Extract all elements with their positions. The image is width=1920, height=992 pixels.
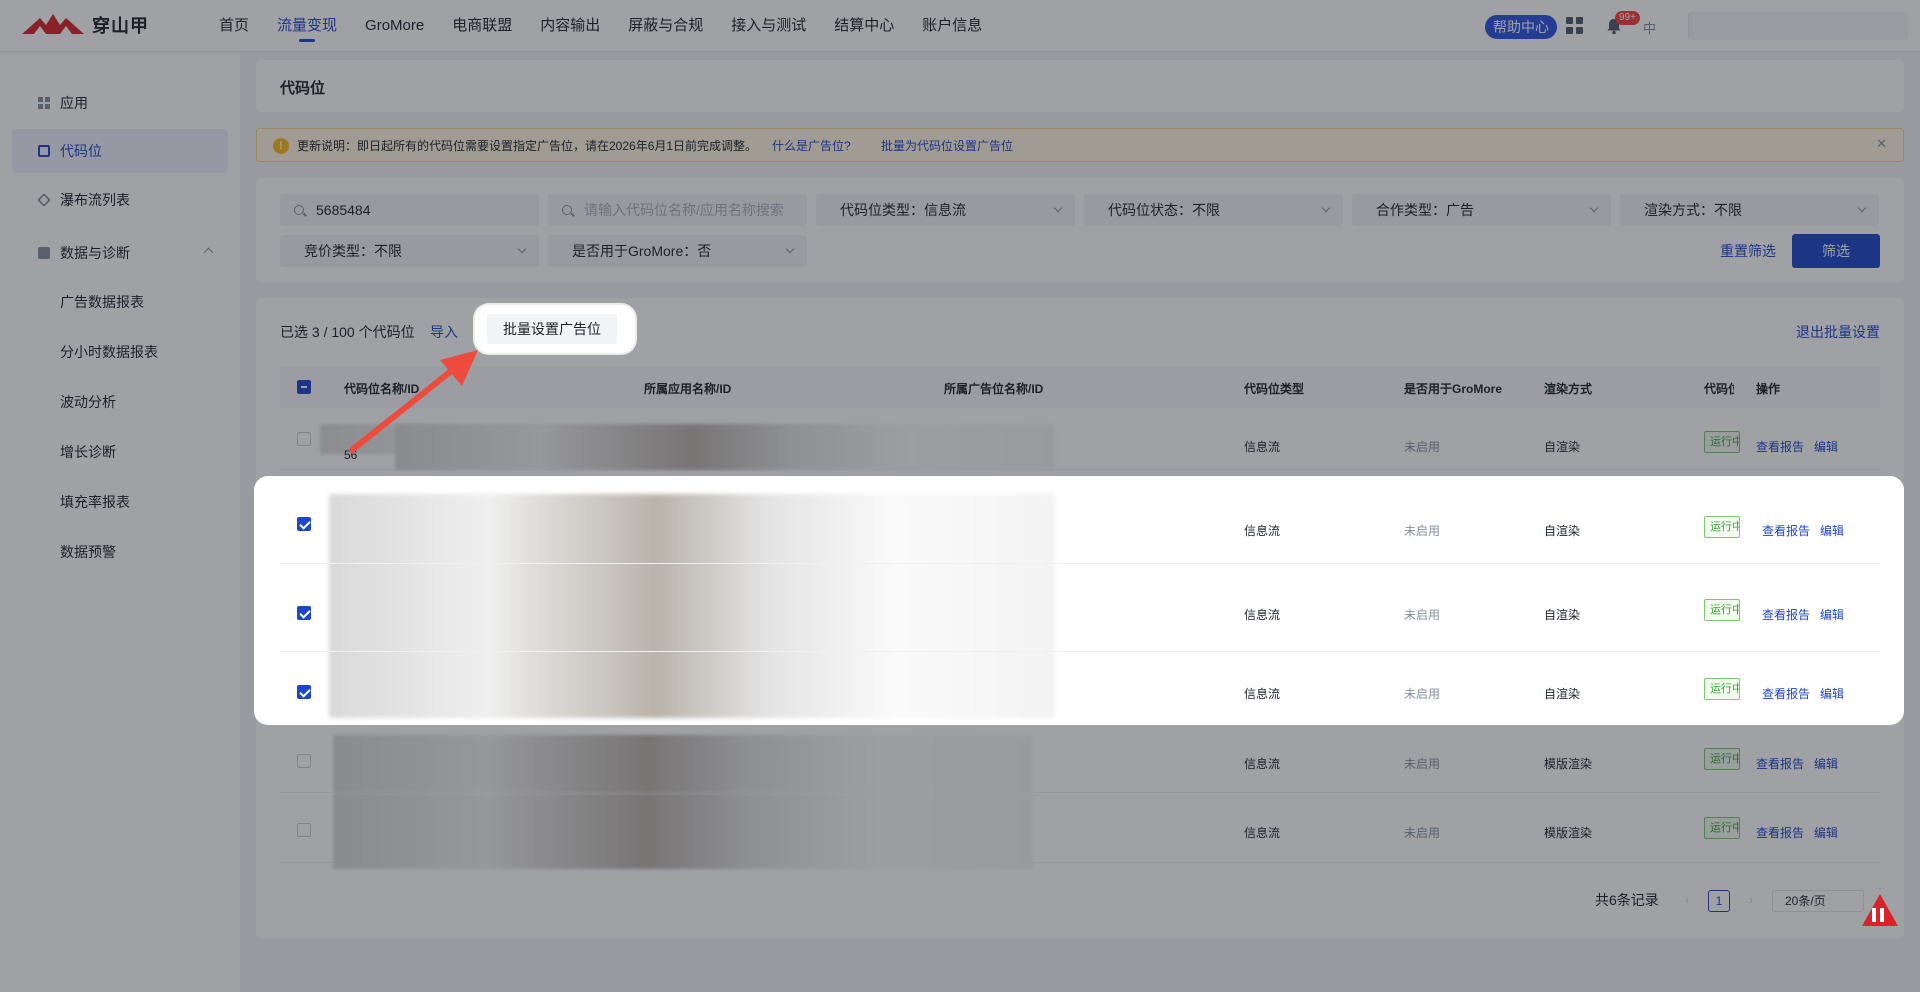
edit-link[interactable]: 编辑 [1820,522,1844,539]
edit-link[interactable]: 编辑 [1820,606,1844,623]
render-cell: 自渲染 [1544,524,1581,538]
status-tag: 运行中 [1704,599,1740,621]
row-checkbox[interactable] [297,606,311,620]
annotation-arrow-icon [349,350,478,453]
row-checkbox[interactable] [297,517,311,531]
selected-rows-highlight: 信息流 未启用 自渲染 运行中 查看报告 编辑 信息流 未启用 自渲染 运行中 … [254,476,1904,725]
batch-set-ad-slot-button[interactable]: 批量设置广告位 [487,314,617,344]
view-report-link[interactable]: 查看报告 [1762,606,1810,623]
status-tag: 运行中 [1704,516,1740,538]
status-tag: 运行中 [1704,678,1740,700]
render-cell: 自渲染 [1544,608,1581,622]
edit-link[interactable]: 编辑 [1820,685,1844,702]
gromore-cell: 未启用 [1404,687,1441,701]
type-cell: 信息流 [1244,524,1281,538]
floating-assistant-icon[interactable] [1858,890,1902,930]
type-cell: 信息流 [1244,687,1281,701]
type-cell: 信息流 [1244,608,1281,622]
gromore-cell: 未启用 [1404,608,1441,622]
row-checkbox[interactable] [297,685,311,699]
view-report-link[interactable]: 查看报告 [1762,522,1810,539]
table-row: 信息流 未启用 自渲染 运行中 查看报告 编辑 [280,482,1880,564]
batch-button-highlight: 批量设置广告位 [475,305,635,353]
render-cell: 自渲染 [1544,687,1581,701]
view-report-link[interactable]: 查看报告 [1762,685,1810,702]
table-row: 信息流 未启用 自渲染 运行中 查看报告 编辑 [280,564,1880,652]
gromore-cell: 未启用 [1404,524,1441,538]
table-row: 信息流 未启用 自渲染 运行中 查看报告 编辑 [280,652,1880,720]
